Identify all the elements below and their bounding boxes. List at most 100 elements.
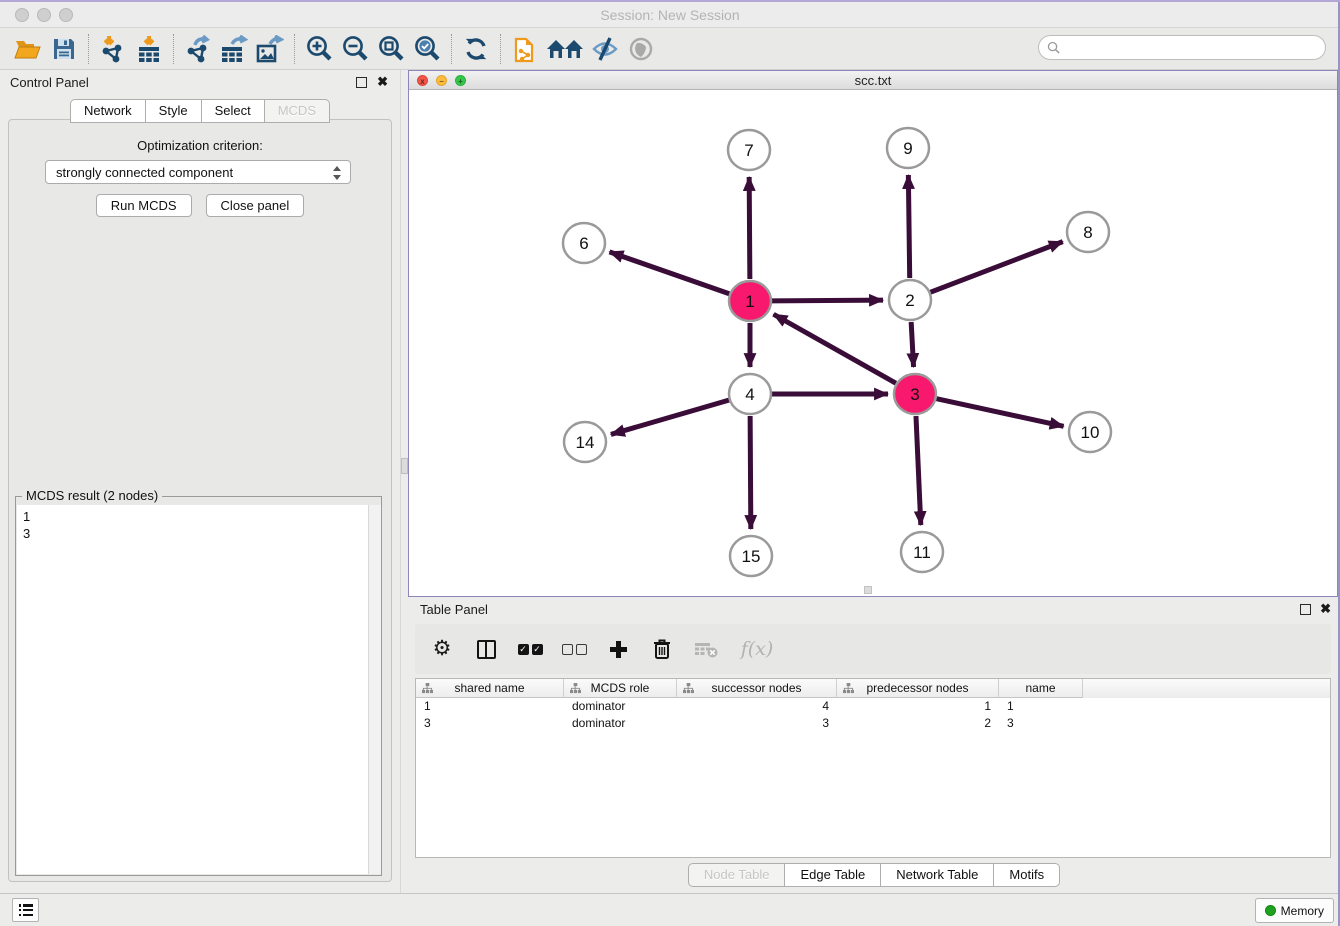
network-view-title: scc.txt: [409, 73, 1337, 88]
cell-shared-name[interactable]: 1: [416, 698, 564, 715]
graph-edge-1-2[interactable]: [772, 300, 883, 301]
save-icon: [52, 37, 76, 61]
panel-splitter[interactable]: [400, 70, 408, 893]
search-input[interactable]: [1064, 41, 1325, 55]
task-history-button[interactable]: [12, 898, 39, 922]
open-folder-icon: [14, 37, 42, 61]
mcds-result-text[interactable]: 1 3: [17, 505, 368, 874]
cell-successor-nodes[interactable]: 4: [677, 698, 837, 715]
network-canvas[interactable]: 7968124314101511: [409, 91, 1337, 596]
graph-edge-4-14[interactable]: [611, 400, 729, 434]
export-network-button[interactable]: [180, 32, 216, 66]
delete-table-button[interactable]: [693, 636, 719, 662]
zoom-out-button[interactable]: [337, 32, 373, 66]
houses-icon: [545, 37, 585, 61]
control-panel-title: Control Panel: [10, 75, 89, 90]
graph-edge-1-7[interactable]: [749, 177, 750, 279]
toolbar-separator: [88, 34, 89, 64]
table-header-row: shared name MCDS role successor nodes pr…: [416, 679, 1330, 698]
graph-edge-3-1[interactable]: [774, 314, 896, 383]
graph-node-label: 4: [745, 385, 754, 404]
zoom-in-button[interactable]: [301, 32, 337, 66]
tab-network-table[interactable]: Network Table: [881, 863, 994, 887]
column-header-mcds-role[interactable]: MCDS role: [564, 679, 677, 698]
close-panel-button[interactable]: Close panel: [206, 194, 305, 217]
tab-motifs[interactable]: Motifs: [994, 863, 1060, 887]
table-row[interactable]: 3 dominator 3 2 3: [416, 715, 1330, 732]
delete-table-icon: [694, 640, 718, 658]
show-hidden-button[interactable]: [623, 32, 659, 66]
graph-edge-2-3[interactable]: [911, 322, 913, 367]
cell-predecessor-nodes[interactable]: 2: [837, 715, 999, 732]
import-table-button[interactable]: [131, 32, 167, 66]
create-column-button[interactable]: [605, 636, 631, 662]
table-row[interactable]: 1 dominator 4 1 1: [416, 698, 1330, 715]
cell-predecessor-nodes[interactable]: 1: [837, 698, 999, 715]
zoom-in-icon: [306, 35, 333, 62]
graph-edge-2-9[interactable]: [908, 175, 909, 278]
refresh-view-button[interactable]: [458, 32, 494, 66]
cell-name[interactable]: 1: [999, 698, 1083, 715]
graph-edge-1-6[interactable]: [609, 252, 729, 294]
zoom-fit-button[interactable]: [373, 32, 409, 66]
cell-mcds-role[interactable]: dominator: [564, 698, 677, 715]
hierarchy-icon: [422, 683, 433, 694]
show-all-networks-button[interactable]: [543, 32, 587, 66]
graph-edge-3-11[interactable]: [916, 416, 921, 525]
graph-node-label: 14: [576, 433, 595, 452]
toolbar-separator: [500, 34, 501, 64]
open-session-button[interactable]: [10, 32, 46, 66]
import-network-button[interactable]: [95, 32, 131, 66]
cell-shared-name[interactable]: 3: [416, 715, 564, 732]
column-settings-button[interactable]: ⚙: [429, 636, 455, 662]
network-view-frame: x − + scc.txt 7968124314101511: [408, 70, 1338, 597]
export-table-button[interactable]: [216, 32, 252, 66]
tab-mcds[interactable]: MCDS: [265, 99, 330, 123]
table-panel-float-button[interactable]: [1300, 604, 1311, 615]
tab-node-table[interactable]: Node Table: [688, 863, 786, 887]
criterion-select[interactable]: strongly connected component: [45, 160, 351, 184]
show-column-panel-button[interactable]: [473, 636, 499, 662]
save-session-button[interactable]: [46, 32, 82, 66]
cell-name[interactable]: 3: [999, 715, 1083, 732]
tab-select[interactable]: Select: [202, 99, 265, 123]
network-graph[interactable]: 7968124314101511: [409, 91, 1337, 597]
network-view-titlebar[interactable]: x − + scc.txt: [409, 71, 1337, 90]
mcds-result-legend: MCDS result (2 nodes): [22, 488, 162, 503]
cell-successor-nodes[interactable]: 3: [677, 715, 837, 732]
select-stepper-icon: [332, 165, 342, 181]
tab-edge-table[interactable]: Edge Table: [785, 863, 881, 887]
unselect-all-columns-button[interactable]: [561, 636, 587, 662]
splitter-handle-icon[interactable]: [401, 458, 408, 474]
new-network-from-selection-button[interactable]: [507, 32, 543, 66]
tab-network[interactable]: Network: [70, 99, 146, 123]
search-box[interactable]: [1038, 35, 1326, 60]
graph-edge-2-8[interactable]: [931, 242, 1063, 293]
node-table[interactable]: shared name MCDS role successor nodes pr…: [415, 678, 1331, 858]
export-image-button[interactable]: [252, 32, 288, 66]
select-all-columns-button[interactable]: ✓✓: [517, 636, 543, 662]
delete-column-button[interactable]: [649, 636, 675, 662]
tab-style[interactable]: Style: [146, 99, 202, 123]
table-panel-close-button[interactable]: ✖: [1320, 601, 1331, 617]
graph-node-label: 8: [1083, 223, 1092, 242]
zoom-selected-button[interactable]: [409, 32, 445, 66]
graph-node-label: 15: [742, 547, 761, 566]
run-mcds-button[interactable]: Run MCDS: [96, 194, 192, 217]
graph-edge-4-15[interactable]: [750, 416, 751, 529]
function-builder-button[interactable]: f(x): [737, 636, 777, 662]
column-header-shared-name[interactable]: shared name: [416, 679, 564, 698]
column-header-successor-nodes[interactable]: successor nodes: [677, 679, 837, 698]
hide-selected-button[interactable]: [587, 32, 623, 66]
mcds-result-scrollbar[interactable]: [368, 505, 381, 874]
graph-node-label: 11: [913, 543, 931, 562]
control-panel-float-button[interactable]: [356, 77, 367, 88]
cell-mcds-role[interactable]: dominator: [564, 715, 677, 732]
column-header-name[interactable]: name: [999, 679, 1083, 698]
control-panel-close-button[interactable]: ✖: [377, 74, 388, 90]
graph-edge-3-10[interactable]: [936, 399, 1063, 427]
memory-button[interactable]: Memory: [1255, 898, 1334, 923]
column-header-predecessor-nodes[interactable]: predecessor nodes: [837, 679, 999, 698]
checked-boxes-icon: ✓✓: [518, 644, 543, 655]
network-hscrollbar[interactable]: [864, 586, 872, 594]
